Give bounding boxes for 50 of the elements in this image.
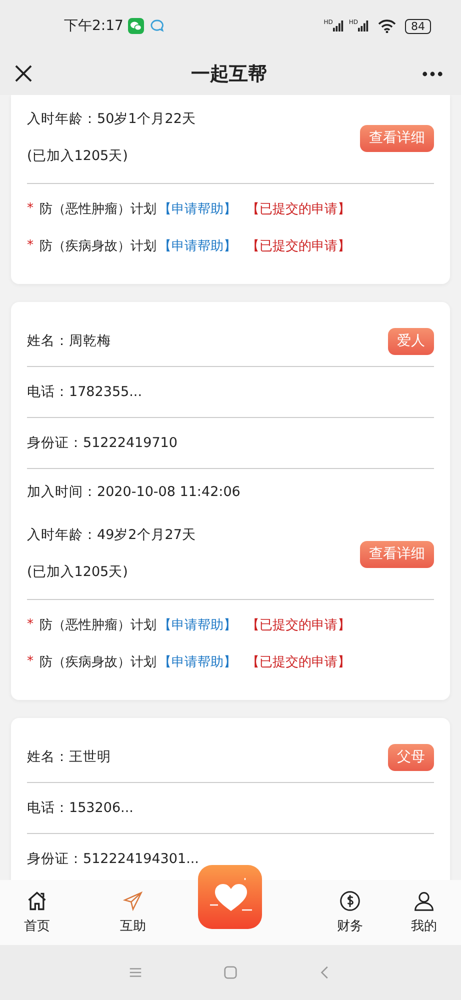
field-text: 电话：1782355... bbox=[27, 383, 142, 401]
apply-help-link[interactable]: 【申请帮助】 bbox=[158, 616, 236, 634]
field-text: 加入时间：2020-10-08 11:42:06 bbox=[27, 483, 240, 501]
submitted-link[interactable]: 【已提交的申请】 bbox=[246, 200, 350, 218]
wifi-icon bbox=[378, 19, 396, 33]
menu-icon[interactable] bbox=[128, 965, 143, 980]
close-icon[interactable] bbox=[15, 65, 32, 82]
heart-button[interactable] bbox=[198, 865, 262, 929]
submitted-link[interactable]: 【已提交的申请】 bbox=[246, 652, 350, 670]
user-icon bbox=[413, 890, 435, 912]
home-icon bbox=[26, 890, 48, 912]
apply-help-link[interactable]: 【申请帮助】 bbox=[158, 236, 236, 254]
plan-name: 防（恶性肿瘤）计划 bbox=[40, 616, 156, 634]
required-mark: * bbox=[27, 617, 34, 632]
joined-days-text: (已加入1205天) bbox=[27, 147, 129, 166]
apply-help-link[interactable]: 【申请帮助】 bbox=[158, 652, 236, 670]
plan-name: 防（疾病身故）计划 bbox=[40, 238, 156, 254]
status-time: 下午2:17 bbox=[64, 17, 124, 35]
tab-item[interactable]: 我的 bbox=[387, 890, 461, 935]
age-text: 入时年龄：49岁2个月27天 bbox=[27, 526, 196, 545]
dollar-coin-icon bbox=[339, 890, 361, 912]
chat-bubble-icon bbox=[149, 18, 166, 34]
relation-tag: 父母 bbox=[388, 744, 434, 770]
age-text: 入时年龄：50岁1个月22天 bbox=[27, 110, 196, 129]
home-square-icon[interactable] bbox=[223, 965, 238, 980]
field-text: 姓名：周乾梅 bbox=[27, 332, 111, 350]
field-text: 身份证：51222419710 bbox=[27, 434, 178, 452]
battery-indicator: 84 bbox=[405, 18, 431, 34]
signal-icon bbox=[332, 20, 344, 32]
required-mark: * bbox=[27, 201, 34, 216]
more-icon[interactable] bbox=[422, 70, 443, 76]
signal-icon bbox=[358, 20, 369, 32]
plan-name: 防（疾病身故）计划 bbox=[40, 654, 156, 670]
field-text: 姓名：王世明 bbox=[27, 748, 111, 766]
tab-item[interactable]: 首页 bbox=[0, 890, 74, 935]
joined-days-text: (已加入1205天) bbox=[27, 563, 129, 582]
page-title: 一起互帮 bbox=[191, 62, 267, 86]
submitted-link[interactable]: 【已提交的申请】 bbox=[246, 616, 350, 634]
required-mark: * bbox=[27, 238, 34, 253]
relation-tag: 爱人 bbox=[388, 328, 434, 354]
field-text: 身份证：512224194301... bbox=[27, 850, 199, 868]
submitted-link[interactable]: 【已提交的申请】 bbox=[246, 236, 350, 254]
required-mark: * bbox=[27, 654, 34, 669]
tab-item[interactable]: 财务 bbox=[313, 890, 387, 935]
field-text: 电话：153206... bbox=[27, 799, 134, 817]
chat-app-icon bbox=[128, 18, 144, 34]
paper-plane-icon bbox=[122, 890, 144, 912]
tab-item[interactable]: 互助 bbox=[96, 890, 170, 935]
apply-help-link[interactable]: 【申请帮助】 bbox=[158, 200, 236, 218]
plan-name: 防（恶性肿瘤）计划 bbox=[40, 200, 156, 218]
